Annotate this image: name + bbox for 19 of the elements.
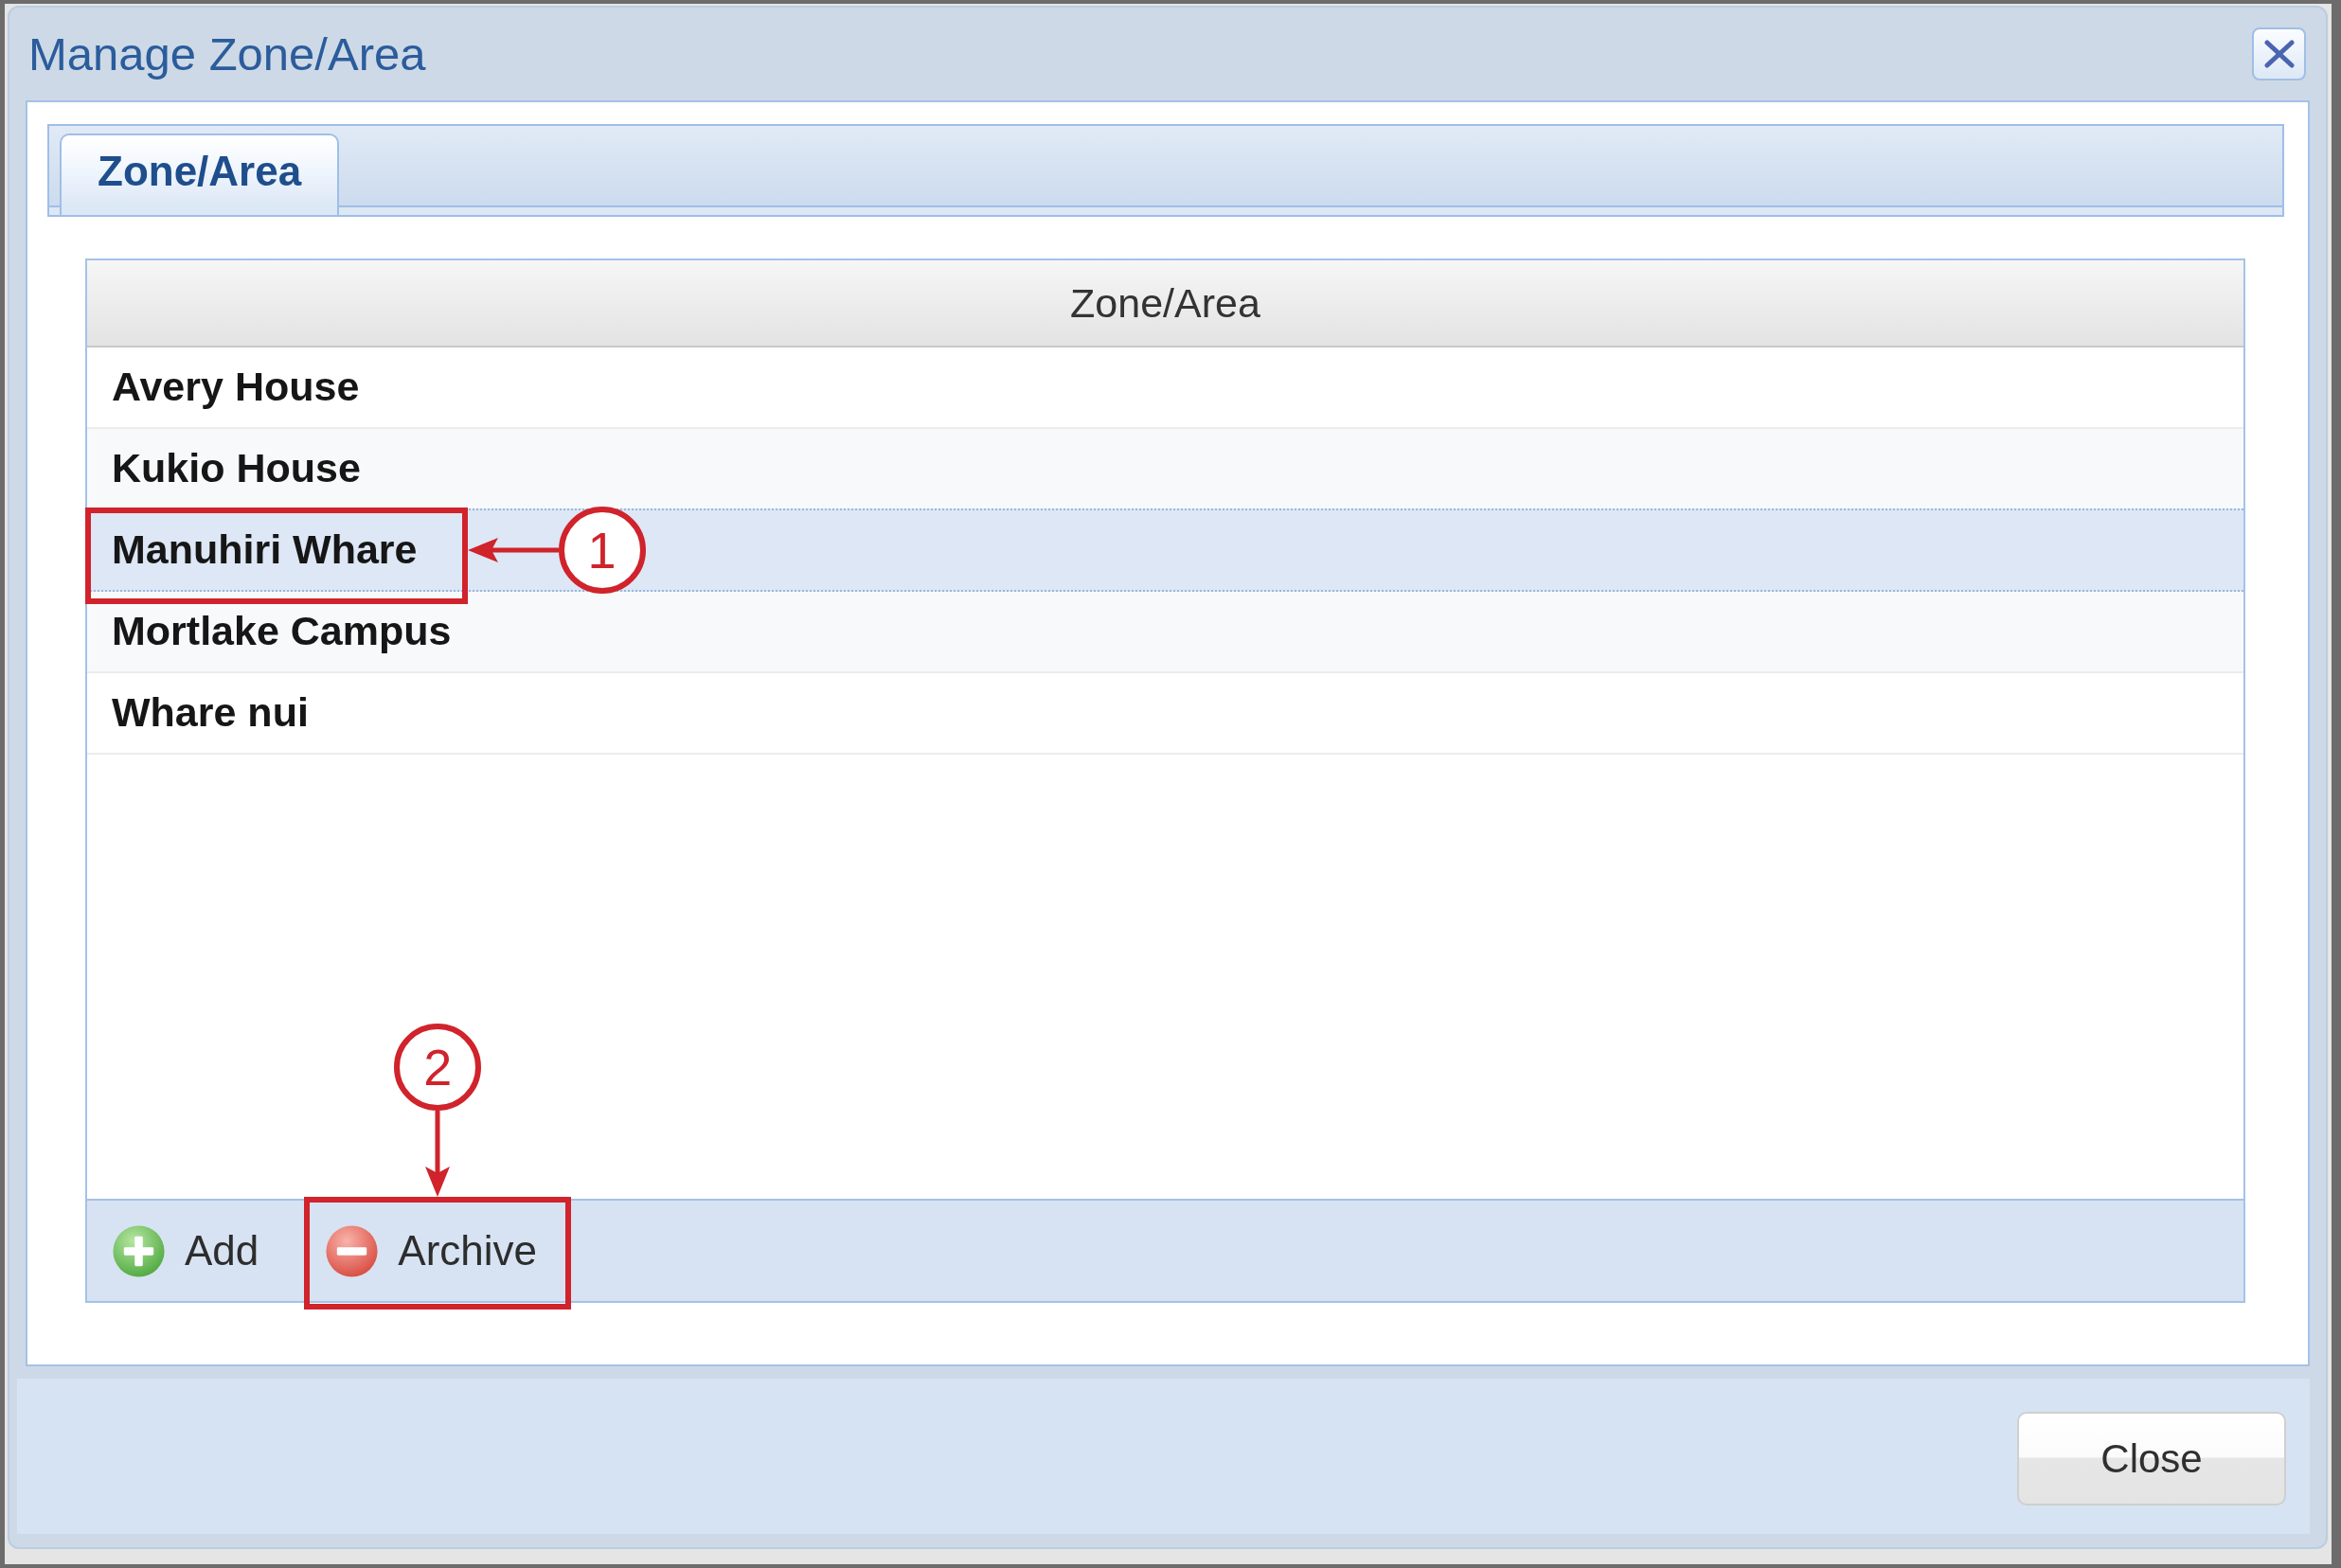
zone-name: Manuhiri Whare xyxy=(112,526,418,574)
list-row[interactable]: Kukio House xyxy=(87,429,2243,510)
window-title: Manage Zone/Area xyxy=(28,27,426,81)
add-button[interactable]: Add xyxy=(112,1201,259,1301)
zone-name: Whare nui xyxy=(112,689,309,737)
column-header: Zone/Area xyxy=(87,260,2243,347)
callout-number: 1 xyxy=(558,507,646,594)
zone-name: Mortlake Campus xyxy=(112,608,452,655)
archive-button[interactable]: Archive xyxy=(325,1201,537,1301)
zone-name: Kukio House xyxy=(112,445,361,492)
callout-number: 2 xyxy=(394,1024,482,1111)
close-button[interactable]: Close xyxy=(2017,1412,2286,1506)
close-icon xyxy=(2263,40,2295,68)
plus-circle-icon xyxy=(112,1223,166,1278)
tab[interactable]: Zone/Area xyxy=(60,134,340,215)
minus-circle-icon xyxy=(325,1223,380,1278)
window-close-button[interactable] xyxy=(2252,27,2306,80)
zone-name: Avery House xyxy=(112,364,360,411)
list-row[interactable]: Mortlake Campus xyxy=(87,592,2243,673)
